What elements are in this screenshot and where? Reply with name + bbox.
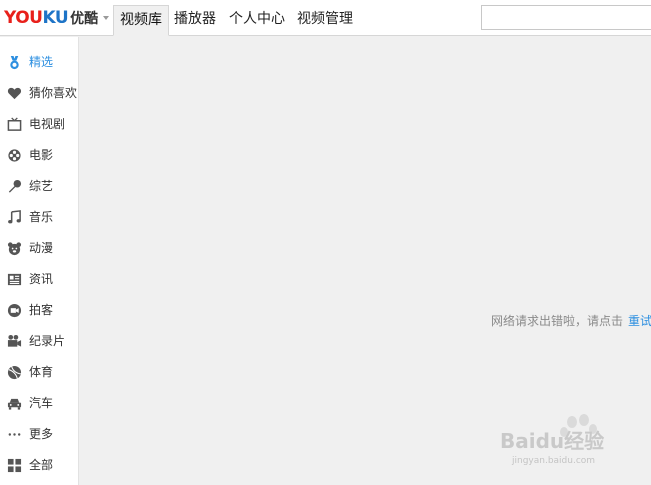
top-bar: YOUKU 优酷 视频库 播放器 个人中心 视频管理 (0, 0, 651, 36)
medal-icon (10, 55, 19, 70)
sidebar-item-label: 综艺 (29, 179, 54, 193)
logo-wordmark: YOUKU (4, 8, 69, 28)
sidebar-item-all[interactable]: 全部 (0, 450, 79, 481)
sidebar-item-more[interactable]: 更多 (0, 419, 79, 450)
sidebar-item-label: 汽车 (29, 396, 54, 410)
sidebar-item-label: 音乐 (29, 210, 54, 224)
sidebar-item-featured[interactable]: 精选 (0, 47, 79, 78)
tab-video-library[interactable]: 视频库 (113, 5, 169, 36)
sidebar-item-variety[interactable]: 综艺 (0, 171, 79, 202)
sidebar-item-label: 资讯 (29, 272, 54, 286)
microphone-icon (8, 179, 22, 193)
sidebar-item-anime[interactable]: 动漫 (0, 233, 79, 264)
sidebar-item-label: 电视剧 (29, 117, 66, 131)
retry-link[interactable]: 重试 (628, 312, 651, 329)
sidebar-item-label: 体育 (29, 365, 54, 379)
chevron-down-icon[interactable] (103, 16, 110, 20)
sidebar-item-movies[interactable]: 电影 (0, 140, 79, 171)
sidebar-item-music[interactable]: 音乐 (0, 202, 79, 233)
film-reel-icon (8, 149, 21, 162)
logo-chinese: 优酷 (70, 11, 99, 27)
sidebar-item-recommend[interactable]: 猜你喜欢 (0, 78, 79, 109)
more-dots-icon (8, 433, 21, 436)
bear-face-icon (7, 242, 22, 256)
sidebar-item-label: 全部 (29, 458, 54, 472)
sidebar-item-news[interactable]: 资讯 (0, 264, 79, 295)
sidebar-item-label: 动漫 (29, 241, 54, 255)
movie-camera-icon (7, 334, 22, 347)
watermark-text: Baidu经验 (500, 429, 605, 453)
search-input[interactable] (481, 5, 651, 30)
car-icon (7, 398, 22, 410)
error-message: 网络请求出错啦，请点击 (491, 314, 624, 328)
sidebar-item-paike[interactable]: 拍客 (0, 295, 79, 326)
sidebar-item-label: 精选 (29, 55, 54, 69)
ball-icon (7, 365, 22, 380)
sidebar-item-sports[interactable]: 体育 (0, 357, 79, 388)
camera-icon (7, 303, 22, 318)
tab-personal-center[interactable]: 个人中心 (223, 5, 291, 36)
sidebar-item-label: 拍客 (29, 303, 54, 317)
youku-logo[interactable]: YOUKU 优酷 (4, 8, 110, 28)
sidebar-item-auto[interactable]: 汽车 (0, 388, 79, 419)
tv-icon (7, 117, 22, 131)
sidebar-item-label: 电影 (29, 148, 54, 162)
watermark-subtext: jingyan.baidu.com (512, 456, 596, 466)
sidebar-item-label: 更多 (29, 427, 54, 441)
tab-player[interactable]: 播放器 (168, 5, 222, 36)
sidebar-item-label: 纪录片 (29, 334, 66, 348)
sidebar-item-label: 猜你喜欢 (29, 86, 78, 100)
music-note-icon (8, 210, 21, 224)
sidebar-item-tv-series[interactable]: 电视剧 (0, 109, 79, 140)
sidebar-item-documentary[interactable]: 纪录片 (0, 326, 79, 357)
grid-icon (7, 458, 22, 473)
tab-video-management[interactable]: 视频管理 (291, 5, 359, 36)
sidebar: 精选 猜你喜欢 电视剧 电影 综艺 音乐 动漫 资讯 拍客 纪录片 体育 汽车 … (0, 37, 79, 485)
heart-icon (7, 87, 22, 100)
newspaper-icon (7, 273, 22, 286)
